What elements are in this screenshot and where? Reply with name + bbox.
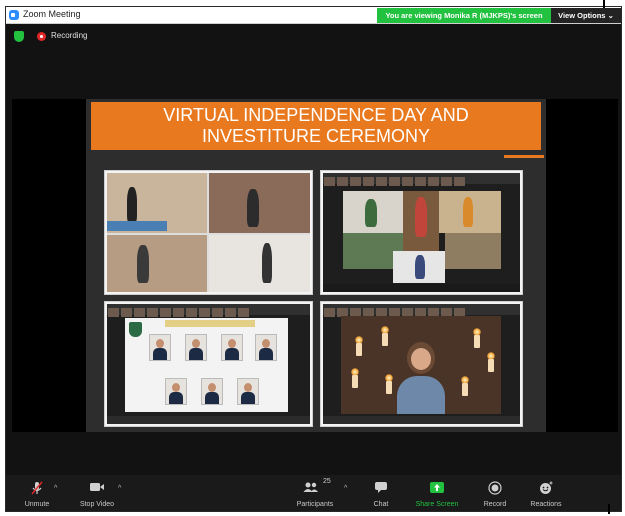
slide-title-line-1: VIRTUAL INDEPENDENCE DAY AND	[163, 105, 469, 125]
zoom-logo-icon	[9, 10, 19, 20]
viewing-screen-banner: You are viewing Monika R (MJKPS)'s scree…	[377, 8, 551, 23]
video-camera-icon	[90, 483, 104, 491]
unmute-button[interactable]: Unmute	[18, 475, 56, 511]
recording-label: Recording	[51, 31, 88, 40]
window-title: Zoom Meeting	[23, 9, 81, 19]
participants-button[interactable]: 25 Participants	[292, 475, 338, 511]
shared-slide: VIRTUAL INDEPENDENCE DAY AND INVESTITURE…	[86, 99, 546, 432]
scroll-marker-right	[615, 260, 617, 272]
zoom-meeting-window: Zoom Meeting You are viewing Monika R (M…	[5, 6, 622, 512]
photo-dance-video-grid	[320, 170, 523, 295]
share-screen-label: Share Screen	[415, 501, 459, 508]
slide-title: VIRTUAL INDEPENDENCE DAY AND INVESTITURE…	[91, 102, 541, 150]
share-screen-button[interactable]: Share Screen	[412, 475, 462, 511]
recording-icon	[37, 32, 46, 41]
scroll-marker-top	[603, 0, 605, 8]
title-bar: Zoom Meeting You are viewing Monika R (M…	[6, 7, 621, 24]
participants-label: Participants	[296, 501, 334, 508]
audio-options-caret-icon[interactable]: ^	[54, 485, 57, 492]
meeting-toolbar: Unmute ^ Stop Video ^ 25 Participants ^	[6, 475, 621, 511]
reactions-label: Reactions	[530, 501, 562, 508]
chevron-down-icon: ⌄	[607, 11, 614, 20]
record-icon	[488, 481, 502, 495]
video-options-caret-icon[interactable]: ^	[118, 485, 121, 492]
share-screen-icon	[430, 482, 444, 493]
scroll-marker-bottom	[608, 504, 610, 514]
reactions-button[interactable]: Reactions	[524, 475, 568, 511]
shared-screen-area: VIRTUAL INDEPENDENCE DAY AND INVESTITURE…	[12, 99, 618, 432]
chat-bubble-icon	[375, 482, 387, 493]
stop-video-label: Stop Video	[79, 501, 115, 508]
record-button[interactable]: Record	[478, 475, 512, 511]
reactions-smiley-icon	[540, 481, 553, 494]
participants-options-caret-icon[interactable]: ^	[344, 485, 347, 492]
photo-yoga-collage	[104, 170, 313, 295]
record-label: Record	[483, 501, 507, 508]
photo-speaker-candles	[320, 301, 523, 427]
slide-accent-bar	[504, 155, 544, 158]
view-options-button[interactable]: View Options ⌄	[551, 8, 621, 23]
chat-label: Chat	[373, 501, 389, 508]
participants-count: 25	[323, 478, 331, 485]
microphone-muted-icon	[31, 481, 43, 495]
school-crest-icon	[129, 322, 142, 337]
view-options-label: View Options	[558, 11, 606, 20]
security-shield-icon[interactable]	[14, 31, 24, 42]
photo-investiture-slide	[104, 301, 313, 427]
stop-video-button[interactable]: Stop Video	[74, 475, 120, 511]
participants-icon	[303, 482, 319, 492]
house-captains-slide	[125, 318, 288, 412]
unmute-label: Unmute	[24, 501, 50, 508]
chat-button[interactable]: Chat	[366, 475, 396, 511]
slide-title-line-2: INVESTITURE CEREMONY	[201, 126, 431, 146]
